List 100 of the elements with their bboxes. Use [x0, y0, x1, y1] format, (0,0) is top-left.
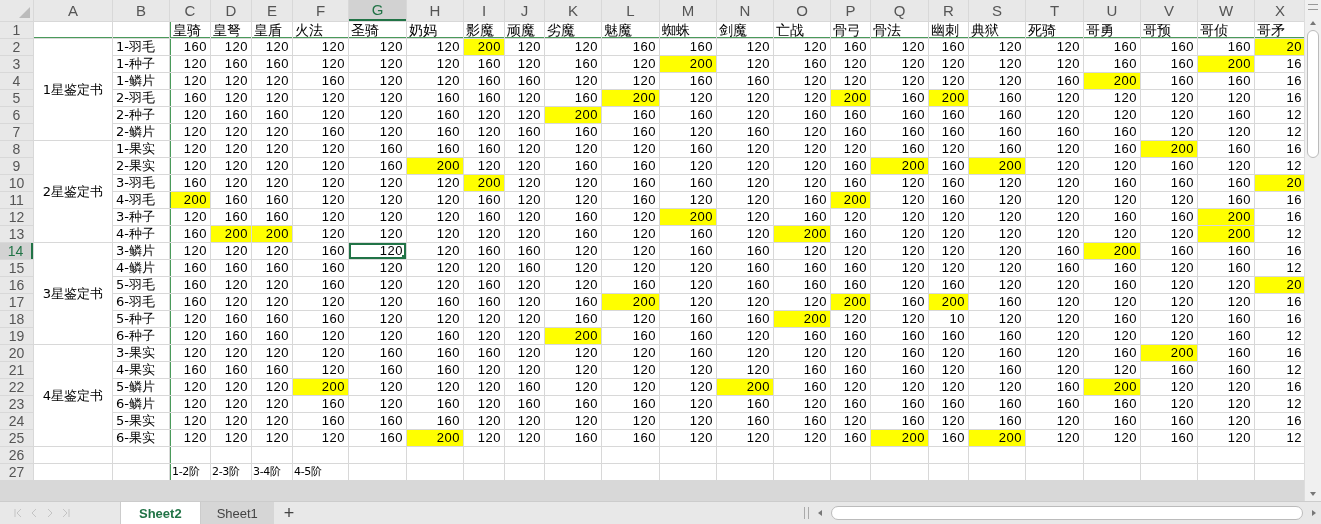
table-cell: 160: [831, 260, 870, 276]
row-header[interactable]: 14: [0, 243, 33, 259]
table-cell: 160: [464, 56, 504, 72]
table-cell: 120: [1026, 430, 1083, 446]
column-header[interactable]: S: [969, 0, 1025, 21]
vertical-scrollbar[interactable]: [1304, 0, 1321, 502]
column-title: 典狱: [969, 22, 1025, 38]
row-label: 3-鳞片: [113, 243, 169, 259]
table-cell: 160: [1026, 260, 1083, 276]
column-header[interactable]: V: [1141, 0, 1197, 21]
column-header[interactable]: N: [717, 0, 773, 21]
column-header[interactable]: G: [349, 0, 406, 21]
row-header[interactable]: 23: [0, 396, 33, 412]
row-header[interactable]: 11: [0, 192, 33, 208]
row-header[interactable]: 8: [0, 141, 33, 157]
scroll-left-icon[interactable]: [817, 509, 824, 517]
table-cell: 160: [929, 39, 968, 55]
row-header[interactable]: 12: [0, 209, 33, 225]
table-cell: 120: [602, 141, 659, 157]
table-cell: 120: [1198, 277, 1254, 293]
table-cell: 120: [170, 345, 210, 361]
row-header[interactable]: 24: [0, 413, 33, 429]
table-cell: 160: [602, 107, 659, 123]
row-header[interactable]: 21: [0, 362, 33, 378]
row-header[interactable]: 7: [0, 124, 33, 140]
row-header[interactable]: 18: [0, 311, 33, 327]
row-header[interactable]: 25: [0, 430, 33, 446]
column-header[interactable]: E: [252, 0, 292, 21]
column-title: 劣魔: [545, 22, 601, 38]
column-header[interactable]: F: [293, 0, 348, 21]
column-header[interactable]: W: [1198, 0, 1254, 21]
column-header[interactable]: D: [211, 0, 251, 21]
table-cell: 16: [1255, 379, 1304, 395]
split-handle[interactable]: [804, 507, 810, 519]
column-header[interactable]: H: [407, 0, 463, 21]
table-cell: 120: [464, 328, 504, 344]
row-header[interactable]: 19: [0, 328, 33, 344]
row-header[interactable]: 22: [0, 379, 33, 395]
select-all-icon[interactable]: [19, 7, 30, 18]
table-cell: 120: [545, 141, 601, 157]
row-header[interactable]: 10: [0, 175, 33, 191]
sheet-tab[interactable]: Sheet1: [199, 502, 274, 524]
row-header[interactable]: 15: [0, 260, 33, 276]
column-header[interactable]: L: [602, 0, 659, 21]
table-cell: 160: [1198, 311, 1254, 327]
column-header[interactable]: O: [774, 0, 830, 21]
table-cell: 120: [211, 430, 251, 446]
table-cell: 120: [505, 90, 544, 106]
table-cell: 120: [929, 345, 968, 361]
row-header[interactable]: 20: [0, 345, 33, 361]
row-header[interactable]: 2: [0, 39, 33, 55]
column-header[interactable]: U: [1084, 0, 1140, 21]
column-header[interactable]: T: [1026, 0, 1083, 21]
row-header[interactable]: 9: [0, 158, 33, 174]
table-cell: 160: [211, 328, 251, 344]
row-header[interactable]: 4: [0, 73, 33, 89]
split-handle[interactable]: [1308, 4, 1318, 10]
column-header[interactable]: B: [113, 0, 169, 21]
scroll-down-icon[interactable]: [1309, 491, 1317, 498]
fill-handle[interactable]: [402, 255, 406, 259]
table-cell: 200: [1084, 243, 1140, 259]
column-header[interactable]: K: [545, 0, 601, 21]
row-header[interactable]: 3: [0, 56, 33, 72]
sheet-tab[interactable]: Sheet2: [120, 502, 200, 524]
table-cell: 160: [871, 328, 928, 344]
column-header[interactable]: X: [1255, 0, 1304, 21]
row-header[interactable]: 16: [0, 277, 33, 293]
table-cell: 200: [1198, 226, 1254, 242]
column-header[interactable]: C: [170, 0, 210, 21]
scroll-up-icon[interactable]: [1309, 20, 1317, 26]
column-header[interactable]: I: [464, 0, 504, 21]
row-header[interactable]: 27: [0, 464, 33, 480]
column-header[interactable]: Q: [871, 0, 928, 21]
table-cell: 160: [969, 107, 1025, 123]
column-header[interactable]: M: [660, 0, 716, 21]
table-cell: 160: [871, 396, 928, 412]
row-header[interactable]: 1: [0, 22, 33, 38]
scroll-thumb[interactable]: [1307, 30, 1319, 158]
column-header[interactable]: P: [831, 0, 870, 21]
table-cell: 120: [407, 243, 463, 259]
table-cell: 120: [505, 209, 544, 225]
table-cell: 120: [1141, 294, 1197, 310]
row-header[interactable]: 6: [0, 107, 33, 123]
table-cell: 120: [211, 277, 251, 293]
column-header[interactable]: J: [505, 0, 544, 21]
table-cell: 160: [929, 277, 968, 293]
table-cell: 120: [1084, 328, 1140, 344]
row-header[interactable]: 5: [0, 90, 33, 106]
table-cell: 120: [252, 39, 292, 55]
row-header[interactable]: 17: [0, 294, 33, 310]
row-header[interactable]: 13: [0, 226, 33, 242]
row-header[interactable]: 26: [0, 447, 33, 463]
column-header[interactable]: A: [34, 0, 112, 21]
scroll-right-icon[interactable]: [1311, 509, 1317, 517]
column-header[interactable]: R: [929, 0, 968, 21]
last-sheet-icon[interactable]: [60, 507, 72, 519]
table-cell: 120: [969, 56, 1025, 72]
scroll-thumb[interactable]: [831, 506, 1303, 520]
first-sheet-icon[interactable]: [12, 507, 24, 519]
table-cell: 120: [717, 158, 773, 174]
